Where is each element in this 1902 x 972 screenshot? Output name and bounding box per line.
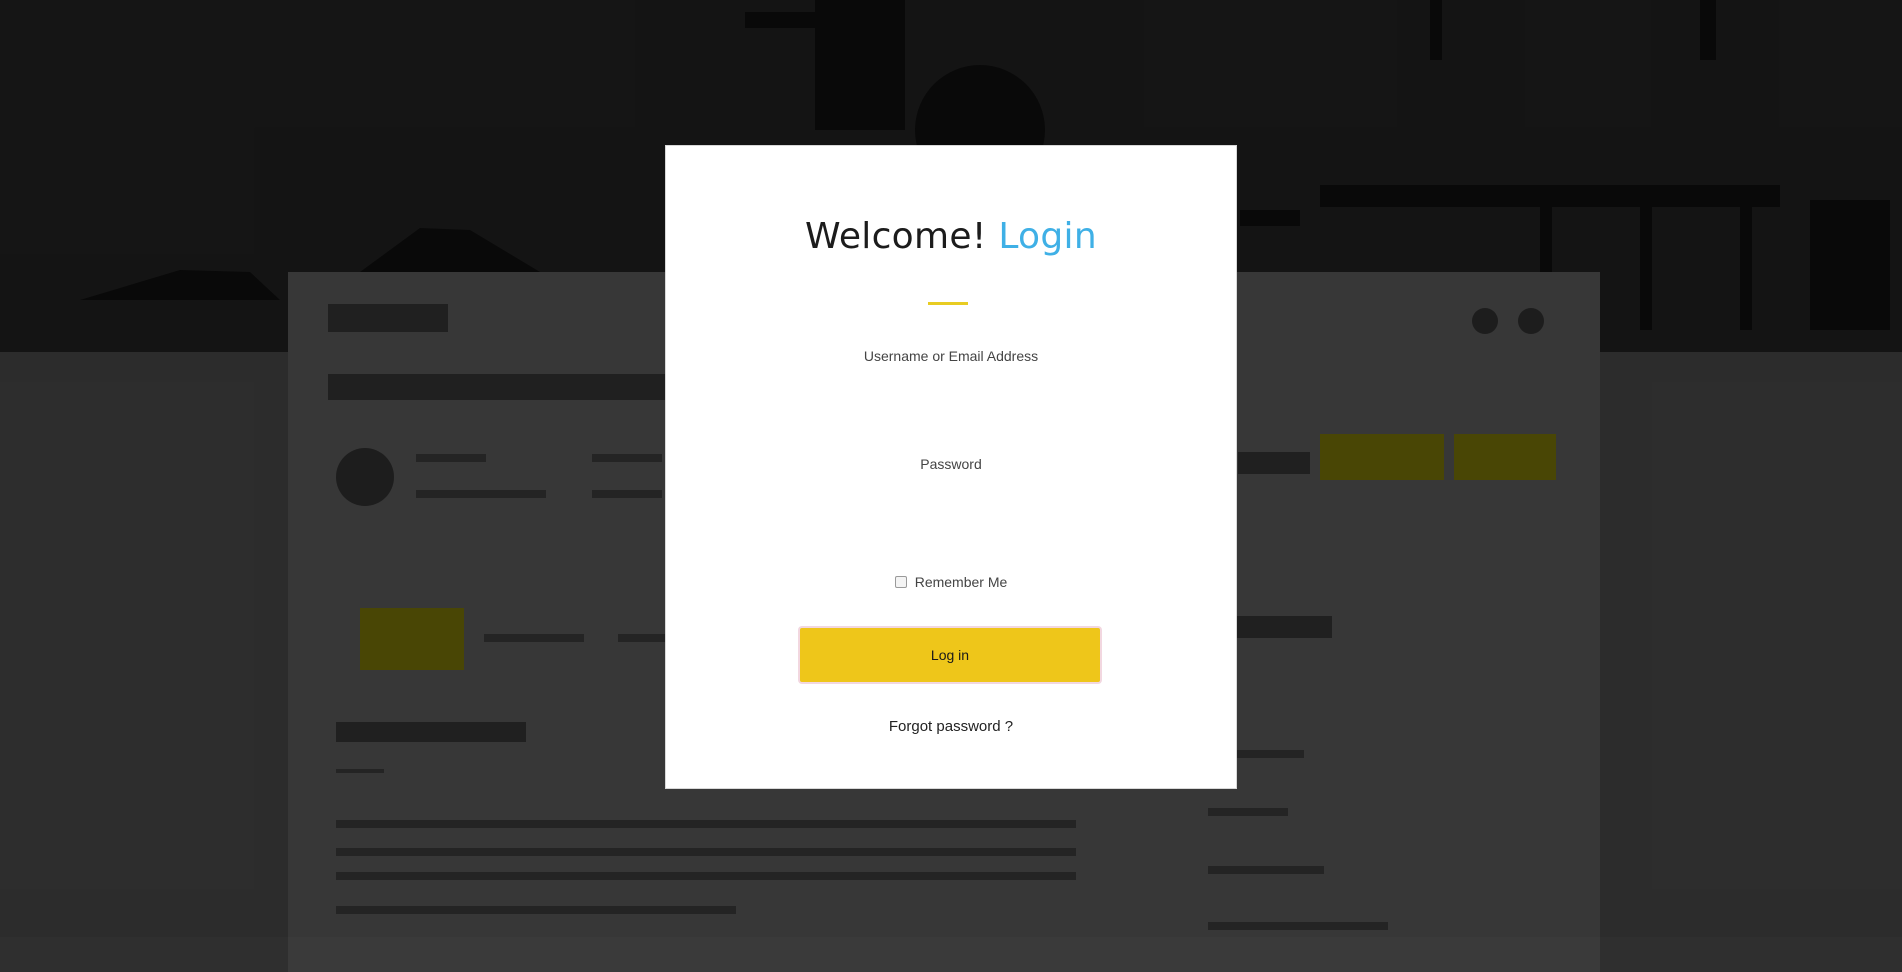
modal-title: Welcome! Login <box>666 216 1236 257</box>
username-label: Username or Email Address <box>863 348 1039 364</box>
title-main: Welcome! <box>805 216 987 257</box>
remember-label: Remember Me <box>914 574 1008 590</box>
password-label: Password <box>920 456 982 472</box>
login-modal: Welcome! Login Username or Email Address… <box>666 146 1236 788</box>
remember-checkbox[interactable] <box>894 576 907 588</box>
title-divider <box>928 302 968 305</box>
username-input[interactable] <box>762 370 1144 412</box>
remember-me[interactable]: Remember Me <box>666 574 1236 590</box>
password-input[interactable] <box>762 478 1144 520</box>
forgot-password-link[interactable]: Forgot password ? <box>666 718 1236 735</box>
login-button[interactable]: Log in <box>800 628 1100 682</box>
title-accent: Login <box>998 216 1097 257</box>
